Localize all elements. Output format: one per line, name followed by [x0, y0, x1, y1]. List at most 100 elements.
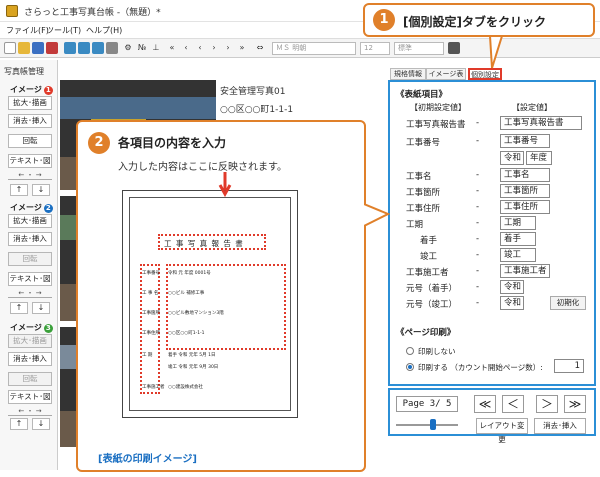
sheet-value-complete: 竣工 令和 元年 9月 30日 — [168, 365, 219, 370]
printer-icon[interactable] — [106, 42, 118, 54]
print-icon[interactable] — [64, 42, 76, 54]
prev-icon[interactable]: ‹ — [180, 42, 192, 54]
row-label-address: 工事住所 — [406, 204, 441, 214]
report-title-field[interactable]: 工事写真報告書 — [500, 116, 582, 130]
print-on-radio[interactable] — [406, 363, 414, 371]
new-file-icon[interactable] — [4, 42, 16, 54]
last-page-button[interactable]: ≫ — [564, 395, 586, 413]
rotate-button-3[interactable]: 回転 — [8, 372, 52, 386]
era-complete-field[interactable]: 令和 — [500, 296, 524, 310]
number-icon[interactable]: № — [136, 42, 148, 54]
tab-spec-info[interactable]: 規格情報 — [390, 68, 426, 80]
callout-step-1: 1 [個別設定]タブをクリック — [363, 3, 595, 37]
menu-help[interactable]: ヘルプ(H) — [86, 25, 122, 36]
first-page-icon[interactable]: « — [166, 42, 178, 54]
page-indicator: Page 3/ 5 — [396, 396, 458, 412]
enlarge-button-3[interactable]: 拡大･描画 — [8, 334, 52, 348]
sheet-label-location: 工事箇所 — [142, 311, 160, 316]
rotate-button-1[interactable]: 回転 — [8, 134, 52, 148]
slider-2[interactable]: ← ・ → — [8, 288, 52, 298]
dash: - — [476, 266, 480, 276]
zoom-track[interactable] — [396, 424, 458, 426]
photo-caption-address[interactable]: ○○区○○町1-1-1 — [220, 102, 293, 115]
slider-1[interactable]: ← ・ → — [8, 170, 52, 180]
address-field[interactable]: 工事住所 — [500, 200, 550, 214]
menu-tools[interactable]: ツール(T) — [46, 25, 81, 36]
dash: - — [476, 298, 480, 308]
photo-caption-title[interactable]: 安全管理写真01 — [220, 84, 285, 97]
step-2-title: 各項目の内容を入力 — [118, 136, 227, 150]
text-button-2[interactable]: テキスト･図 — [8, 272, 52, 286]
erase-button-1[interactable]: 消去･挿入 — [8, 114, 52, 128]
erase-insert-button[interactable]: 消去･挿入 — [534, 418, 586, 434]
toolbar: ⚙ № ⊥ « ‹ ‹ › › » ⇔ ＭＳ 明朝 12 標準 — [0, 38, 600, 58]
text-button-1[interactable]: テキスト･図 — [8, 154, 52, 168]
step-1-badge: 1 — [373, 9, 395, 31]
save-icon[interactable] — [32, 42, 44, 54]
up-icon-3[interactable]: ↑ — [10, 418, 28, 430]
print-on-label: 印刷する （カウント開始ページ数）: — [418, 363, 543, 372]
period-field[interactable]: 工期 — [500, 216, 536, 230]
zoom-handle[interactable] — [430, 419, 436, 430]
dash: - — [476, 218, 480, 228]
row-label-contractor: 工事施工者 — [406, 268, 449, 278]
era-start-field[interactable]: 令和 — [500, 280, 524, 294]
next-icon[interactable]: › — [222, 42, 234, 54]
forward-icon[interactable]: › — [208, 42, 220, 54]
erase-button-2[interactable]: 消去･挿入 — [8, 232, 52, 246]
prev-page-button[interactable]: ＜ — [502, 395, 524, 413]
color-icon[interactable] — [448, 42, 460, 54]
sort-icon[interactable]: ⊥ — [150, 42, 162, 54]
back-icon[interactable]: ‹ — [194, 42, 206, 54]
name-field[interactable]: 工事名 — [500, 168, 550, 182]
contractor-field[interactable]: 工事施工者 — [500, 264, 550, 278]
down-icon-1[interactable]: ↓ — [32, 184, 50, 196]
sheet-label-contractor: 工事施工者 — [142, 385, 165, 390]
left-panel-header: 写真帳管理 — [4, 67, 44, 76]
sheet-label-number: 工事番号 — [142, 271, 160, 276]
down-icon-3[interactable]: ↓ — [32, 418, 50, 430]
layout-change-button[interactable]: レイアウト変更 — [476, 418, 528, 444]
print-preview-icon[interactable] — [78, 42, 90, 54]
down-icon-2[interactable]: ↓ — [32, 302, 50, 314]
last-page-icon[interactable]: » — [236, 42, 248, 54]
print-off-label: 印刷しない — [418, 347, 456, 356]
image-group-3-label: イメージ 3 — [10, 322, 53, 333]
enlarge-button-2[interactable]: 拡大･描画 — [8, 214, 52, 228]
next-page-button[interactable]: ＞ — [536, 395, 558, 413]
start-field[interactable]: 着手 — [500, 232, 536, 246]
enlarge-button-1[interactable]: 拡大･描画 — [8, 96, 52, 110]
save-as-icon[interactable] — [46, 42, 58, 54]
open-folder-icon[interactable] — [18, 42, 30, 54]
left-panel: 写真帳管理 イメージ 1 拡大･描画 消去･挿入 回転 テキスト･図 ← ・ → … — [0, 60, 58, 470]
arrow-down-icon — [218, 172, 232, 198]
sheet-label-address: 工事住所 — [142, 331, 160, 336]
slider-3[interactable]: ← ・ → — [8, 406, 52, 416]
location-field[interactable]: 工事箇所 — [500, 184, 550, 198]
complete-field[interactable]: 竣工 — [500, 248, 536, 262]
start-page-field[interactable]: 1 — [554, 359, 584, 373]
app-icon — [6, 5, 18, 17]
era-field[interactable]: 令和 — [500, 151, 524, 165]
settings-icon[interactable]: ⚙ — [122, 42, 134, 54]
rotate-button-2[interactable]: 回転 — [8, 252, 52, 266]
fiscal-year-field[interactable]: 年度 — [526, 151, 552, 165]
first-page-button[interactable]: ≪ — [474, 395, 496, 413]
up-icon-1[interactable]: ↑ — [10, 184, 28, 196]
page-print-title: 《ページ印刷》 — [396, 328, 456, 338]
erase-button-3[interactable]: 消去･挿入 — [8, 352, 52, 366]
cover-print-preview: 工 事 写 真 報 告 書 工事番号 令和 元 年度 0001号 工 事 名 ○… — [122, 190, 298, 418]
menu-file[interactable]: ファイル(F) — [6, 25, 49, 36]
number-field[interactable]: 工事番号 — [500, 134, 550, 148]
print-off-radio[interactable] — [406, 347, 414, 355]
row-label-report: 工事写真報告書 — [406, 120, 466, 130]
text-button-3[interactable]: テキスト･図 — [8, 390, 52, 404]
reset-button[interactable]: 初期化 — [550, 296, 586, 310]
up-icon-2[interactable]: ↑ — [10, 302, 28, 314]
font-name-select[interactable]: ＭＳ 明朝 — [272, 42, 356, 55]
page-setup-icon[interactable] — [92, 42, 104, 54]
style-select[interactable]: 標準 — [394, 42, 444, 55]
tab-image-view[interactable]: イメージ表示 — [426, 68, 466, 88]
font-size-select[interactable]: 12 — [360, 42, 390, 55]
swap-icon[interactable]: ⇔ — [254, 42, 266, 54]
